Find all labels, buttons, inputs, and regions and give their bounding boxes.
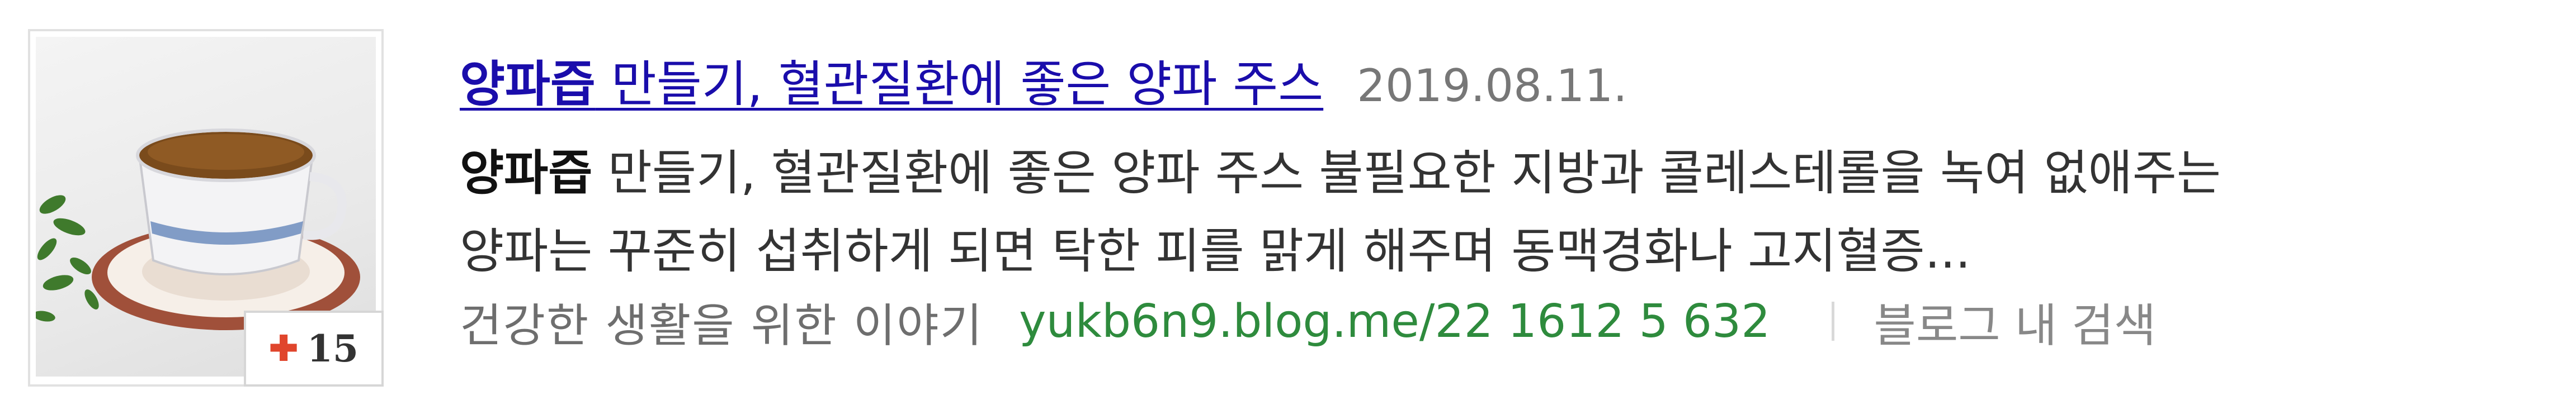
title-text: 만들기, 혈관질환에 좋은 양파 주스 [595, 55, 1324, 113]
snippet-line-2: 양파는 꾸준히 섭취하게 되면 탁한 피를 맑게 해주며 동맥경화나 고지혈증.… [460, 223, 1971, 279]
plus-icon: ✚ [269, 328, 299, 369]
post-date: 2019.08.11. [1357, 60, 1627, 112]
in-blog-search-link[interactable]: 블로그 내 검색 [1874, 288, 2156, 355]
search-result-item: ✚ 15 양파즙 만들기, 혈관질환에 좋은 양파 주스 2019.08.11.… [0, 0, 2576, 419]
image-count: 15 [307, 327, 358, 370]
snippet-line-1: 양파즙 만들기, 혈관질환에 좋은 양파 주스 불필요한 지방과 콜레스테롤을 … [460, 134, 2563, 212]
result-snippet: 양파즙 만들기, 혈관질환에 좋은 양파 주스 불필요한 지방과 콜레스테롤을 … [460, 134, 2563, 291]
blog-url-link[interactable]: yukb6n9.blog.me/22 1612 5 632 [1019, 295, 1770, 348]
title-row: 양파즙 만들기, 혈관질환에 좋은 양파 주스 2019.08.11. [460, 45, 1627, 113]
result-content: 양파즙 만들기, 혈관질환에 좋은 양파 주스 2019.08.11. 양파즙 … [460, 0, 2563, 419]
snippet-line-1-text: 만들기, 혈관질환에 좋은 양파 주스 불필요한 지방과 콜레스테롤을 녹여 없… [592, 145, 2221, 201]
source-row: 건강한 생활을 위한 이야기 yukb6n9.blog.me/22 1612 5… [460, 288, 2156, 355]
result-title-link[interactable]: 양파즙 만들기, 혈관질환에 좋은 양파 주스 [460, 45, 1323, 116]
blog-name-link[interactable]: 건강한 생활을 위한 이야기 [460, 288, 1019, 355]
title-emphasis: 양파즙 [460, 55, 596, 113]
image-count-badge[interactable]: ✚ 15 [244, 311, 384, 387]
thumbnail-link[interactable]: ✚ 15 [28, 29, 384, 387]
divider [1832, 302, 1835, 341]
snippet-emphasis: 양파즙 [460, 145, 593, 201]
